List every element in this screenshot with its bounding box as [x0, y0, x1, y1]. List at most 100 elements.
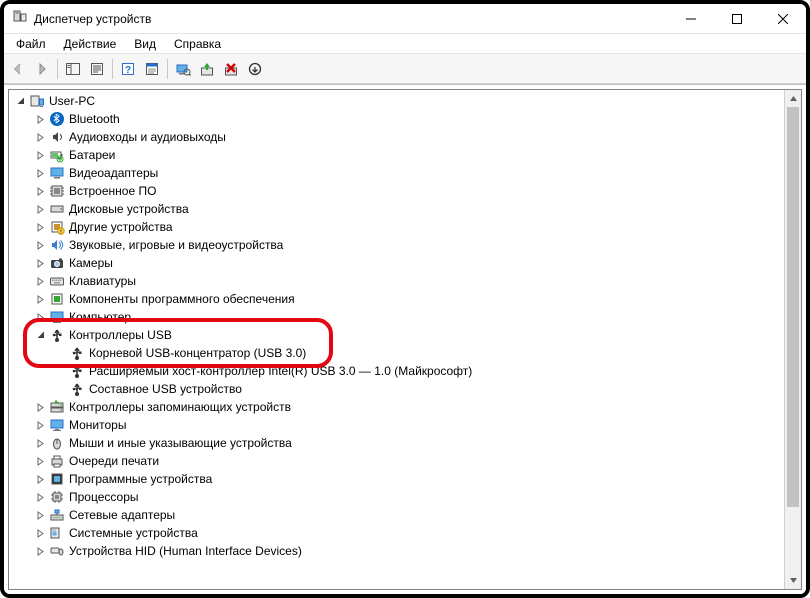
softwaredev-icon: [49, 471, 65, 487]
battery-icon: [49, 147, 65, 163]
tree-category[interactable]: Клавиатуры: [11, 272, 801, 290]
chevron-right-icon[interactable]: [33, 259, 47, 268]
tree-category-label: Компьютер: [69, 308, 131, 326]
tree-category[interactable]: ! Другие устройства: [11, 218, 801, 236]
tree-category[interactable]: Контроллеры USB: [11, 326, 801, 344]
firmware-icon: [49, 183, 65, 199]
tree-category[interactable]: Контроллеры запоминающих устройств: [11, 398, 801, 416]
window-title: Диспетчер устройств: [34, 12, 151, 26]
tree-category-label: Аудиовходы и аудиовыходы: [69, 128, 226, 146]
chevron-right-icon[interactable]: [33, 475, 47, 484]
chevron-right-icon[interactable]: [33, 151, 47, 160]
display-icon: [49, 165, 65, 181]
tree-category[interactable]: Системные устройства: [11, 524, 801, 542]
chevron-right-icon[interactable]: [33, 511, 47, 520]
toolbar-separator: [57, 59, 58, 79]
tree-category[interactable]: Устройства HID (Human Interface Devices): [11, 542, 801, 560]
chevron-right-icon[interactable]: [33, 115, 47, 124]
close-button[interactable]: [760, 4, 806, 34]
tree-category-label: Компоненты программного обеспечения: [69, 290, 295, 308]
tree-category[interactable]: Очереди печати: [11, 452, 801, 470]
sound-icon: [49, 237, 65, 253]
tree-category-label: Видеоадаптеры: [69, 164, 158, 182]
tree-item[interactable]: Корневой USB-концентратор (USB 3.0): [11, 344, 801, 362]
chevron-right-icon[interactable]: [33, 403, 47, 412]
help-topics-button[interactable]: [140, 57, 164, 81]
titlebar: Диспетчер устройств: [4, 4, 806, 34]
chevron-right-icon[interactable]: [33, 295, 47, 304]
tree-category-label: Дисковые устройства: [69, 200, 189, 218]
chevron-right-icon[interactable]: [33, 241, 47, 250]
tree-root[interactable]: User-PC: [11, 92, 801, 110]
show-hide-tree-button[interactable]: [61, 57, 85, 81]
tree-category[interactable]: Аудиовходы и аудиовыходы: [11, 128, 801, 146]
chevron-right-icon[interactable]: [33, 205, 47, 214]
tree-category[interactable]: Звуковые, игровые и видеоустройства: [11, 236, 801, 254]
chevron-down-icon[interactable]: [33, 331, 47, 340]
tree-category-label: Очереди печати: [69, 452, 159, 470]
scroll-track[interactable]: [785, 107, 801, 572]
other-icon: !: [49, 219, 65, 235]
tree-category-label: Устройства HID (Human Interface Devices): [69, 542, 302, 560]
tree-category-label: Контроллеры USB: [69, 326, 172, 344]
chevron-right-icon[interactable]: [33, 493, 47, 502]
tree-item-label: Расширяемый хост-контроллер Intel(R) USB…: [89, 362, 472, 380]
menu-file[interactable]: Файл: [8, 36, 54, 52]
scroll-up-arrow[interactable]: [785, 90, 801, 107]
scroll-thumb[interactable]: [787, 107, 799, 507]
hid-icon: [49, 543, 65, 559]
tree-category[interactable]: Компьютер: [11, 308, 801, 326]
uninstall-device-button[interactable]: [219, 57, 243, 81]
chevron-right-icon[interactable]: [33, 547, 47, 556]
disable-device-button[interactable]: [243, 57, 267, 81]
software-icon: [49, 291, 65, 307]
forward-button[interactable]: [30, 57, 54, 81]
tree-category-label: Процессоры: [69, 488, 139, 506]
tree-category[interactable]: Встроенное ПО: [11, 182, 801, 200]
tree-category[interactable]: Мыши и иные указывающие устройства: [11, 434, 801, 452]
chevron-right-icon[interactable]: [33, 277, 47, 286]
monitor-icon: [49, 417, 65, 433]
tree-category[interactable]: Камеры: [11, 254, 801, 272]
device-tree[interactable]: User-PC Bluetooth Аудиовходы и аудиовыхо…: [9, 90, 801, 589]
tree-category[interactable]: Компоненты программного обеспечения: [11, 290, 801, 308]
chevron-down-icon[interactable]: [13, 97, 27, 106]
tree-item[interactable]: Расширяемый хост-контроллер Intel(R) USB…: [11, 362, 801, 380]
vertical-scrollbar[interactable]: [784, 90, 801, 589]
tree-category[interactable]: Видеоадаптеры: [11, 164, 801, 182]
tree-category[interactable]: Сетевые адаптеры: [11, 506, 801, 524]
tree-category[interactable]: Процессоры: [11, 488, 801, 506]
minimize-button[interactable]: [668, 4, 714, 34]
menu-action[interactable]: Действие: [56, 36, 125, 52]
tree-category[interactable]: Дисковые устройства: [11, 200, 801, 218]
tree-item-label: Корневой USB-концентратор (USB 3.0): [89, 344, 306, 362]
maximize-button[interactable]: [714, 4, 760, 34]
scroll-down-arrow[interactable]: [785, 572, 801, 589]
tree-item[interactable]: Составное USB устройство: [11, 380, 801, 398]
chevron-right-icon[interactable]: [33, 133, 47, 142]
storage-icon: [49, 399, 65, 415]
chevron-right-icon[interactable]: [33, 439, 47, 448]
properties-button[interactable]: [85, 57, 109, 81]
chevron-right-icon[interactable]: [33, 313, 47, 322]
tree-category[interactable]: Батареи: [11, 146, 801, 164]
tree-category[interactable]: Мониторы: [11, 416, 801, 434]
tree-category[interactable]: Bluetooth: [11, 110, 801, 128]
computer-icon: [29, 93, 45, 109]
chevron-right-icon[interactable]: [33, 457, 47, 466]
device-manager-window: Диспетчер устройств Файл Действие Вид Сп…: [4, 4, 806, 594]
tree-category[interactable]: Программные устройства: [11, 470, 801, 488]
help-button[interactable]: ?: [116, 57, 140, 81]
chevron-right-icon[interactable]: [33, 169, 47, 178]
tree-container: User-PC Bluetooth Аудиовходы и аудиовыхо…: [4, 84, 806, 594]
chevron-right-icon[interactable]: [33, 223, 47, 232]
update-driver-button[interactable]: [195, 57, 219, 81]
chevron-right-icon[interactable]: [33, 421, 47, 430]
menu-view[interactable]: Вид: [126, 36, 164, 52]
back-button[interactable]: [6, 57, 30, 81]
chevron-right-icon[interactable]: [33, 529, 47, 538]
menu-help[interactable]: Справка: [166, 36, 229, 52]
scan-hardware-button[interactable]: [171, 57, 195, 81]
chevron-right-icon[interactable]: [33, 187, 47, 196]
usb-icon: [69, 381, 85, 397]
